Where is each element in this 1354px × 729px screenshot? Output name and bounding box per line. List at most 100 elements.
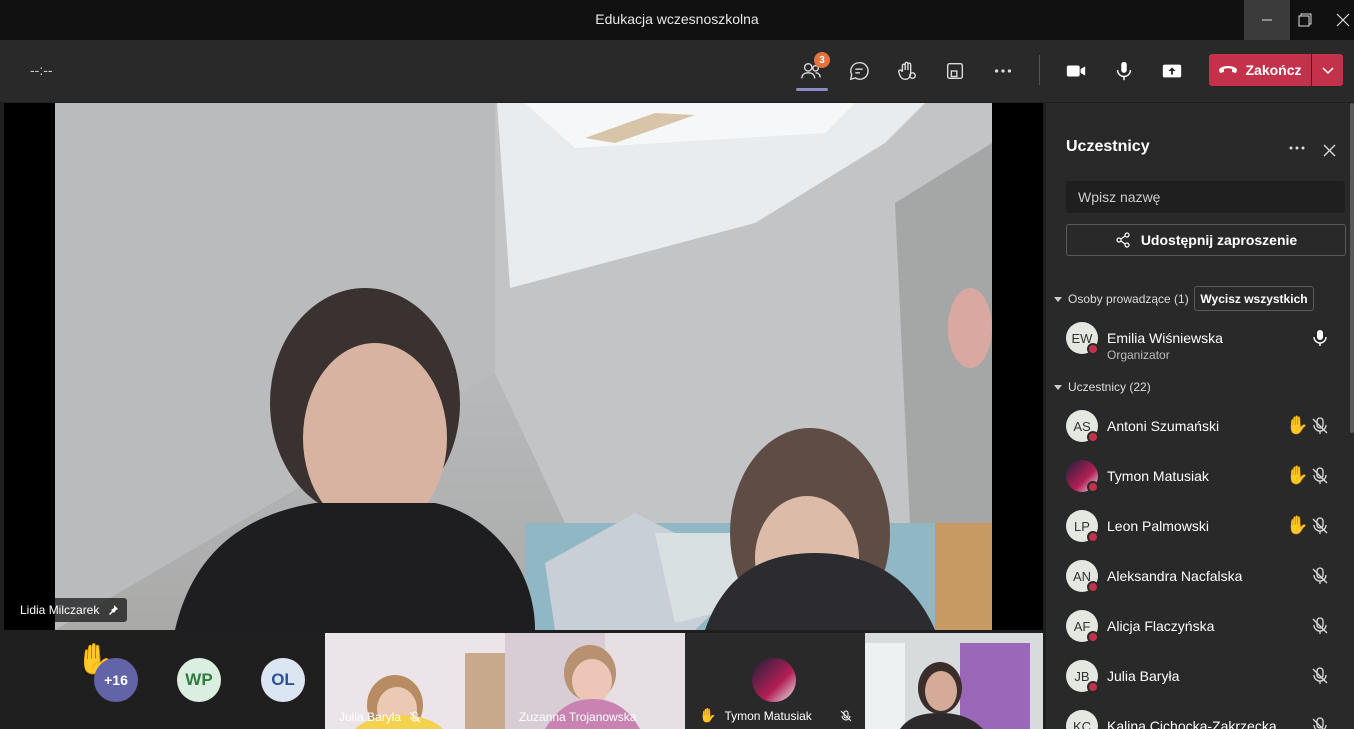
- more-icon: [1289, 146, 1305, 150]
- thumb-name: Julia Baryła: [339, 710, 402, 724]
- participant-name: Emilia Wiśniewska: [1107, 330, 1223, 346]
- title-bar: Edukacja wczesnoszkolna: [0, 0, 1354, 40]
- hang-up-icon: [1219, 66, 1238, 73]
- participant-name: Aleksandra Nacfalska: [1107, 568, 1243, 584]
- overflow-count: +16: [104, 672, 128, 688]
- end-call-button[interactable]: Zakończ: [1209, 54, 1311, 86]
- mic-off-icon: [1312, 667, 1328, 684]
- panel-close-button[interactable]: [1318, 139, 1340, 161]
- microphone-icon: [1116, 61, 1132, 81]
- share-invite-button[interactable]: Udostępnij zaproszenie: [1066, 224, 1346, 256]
- meeting-toolbar: --:--: [0, 40, 1354, 102]
- participant-avatar: KC: [1066, 710, 1098, 729]
- end-call-label: Zakończ: [1245, 62, 1302, 78]
- raised-hand-icon: ✋: [699, 707, 717, 723]
- mic-off-icon: [1312, 567, 1328, 584]
- participant-avatar-ol[interactable]: OL: [261, 658, 305, 702]
- thumb-name: Zuzanna Trojanowska: [519, 710, 637, 724]
- participant-row[interactable]: AS Antoni Szumański ✋: [1066, 410, 1351, 460]
- participant-row[interactable]: AN Aleksandra Nacfalska: [1066, 560, 1351, 610]
- participants-button[interactable]: 3: [794, 52, 830, 88]
- caret-down-icon: [1054, 385, 1062, 390]
- mic-off-icon: [1312, 467, 1328, 484]
- raised-hand-icon: ✋: [1286, 515, 1309, 535]
- main-video-stage: Lidia Milczarek: [4, 103, 1043, 630]
- participant-row[interactable]: JB Julia Baryła: [1066, 660, 1351, 710]
- attendees-header: Uczestnicy (22): [1068, 380, 1151, 394]
- presence-busy-icon: [1087, 481, 1099, 493]
- raised-hand-icon: ✋: [1286, 415, 1309, 435]
- panel-scrollbar[interactable]: [1350, 103, 1354, 433]
- presenters-section-toggle[interactable]: Osoby prowadzące (1): [1054, 292, 1189, 306]
- thumb-label: ✋ Tymon Matusiak: [699, 707, 852, 724]
- minimize-icon: [1262, 19, 1272, 21]
- thumb-video: [865, 633, 1043, 729]
- share-screen-button[interactable]: [1155, 54, 1189, 88]
- participant-row[interactable]: KC Kalina Cichocka-Zakrzecka: [1066, 710, 1351, 729]
- end-call-options-button[interactable]: [1312, 54, 1343, 86]
- video-thumb-zuzanna[interactable]: Zuzanna Trojanowska: [505, 633, 685, 729]
- presence-busy-icon: [1087, 581, 1099, 593]
- close-icon: [1336, 13, 1350, 27]
- participant-role: Organizator: [1107, 348, 1170, 362]
- participant-name: Julia Baryła: [1107, 668, 1180, 684]
- chat-button[interactable]: [842, 54, 876, 88]
- raise-hand-emoji-icon: [898, 61, 916, 80]
- mic-off-icon: [1312, 617, 1328, 634]
- participants-panel: Uczestnicy Udostępnij zaproszenie Osoby …: [1046, 103, 1354, 729]
- participant-name: Tymon Matusiak: [1107, 468, 1209, 484]
- avatar-initials: OL: [271, 670, 295, 689]
- participant-row[interactable]: EW Emilia Wiśniewska Organizator: [1066, 322, 1351, 372]
- presence-busy-icon: [1087, 343, 1099, 355]
- chat-icon: [849, 62, 869, 81]
- panel-more-button[interactable]: [1286, 137, 1308, 159]
- video-thumb-julia[interactable]: Julia Baryła: [325, 633, 505, 729]
- thumb-label: Zuzanna Trojanowska: [519, 710, 636, 724]
- thumb-name: Tymon Matusiak: [724, 708, 812, 723]
- mic-off-icon: [1312, 417, 1328, 434]
- thumb-label: Julia Baryła: [339, 710, 421, 724]
- pinned-participant-label: Lidia Milczarek: [12, 598, 128, 622]
- participant-row[interactable]: AF Alicja Flaczyńska: [1066, 610, 1351, 660]
- breakout-rooms-icon: [946, 62, 964, 80]
- window-title: Edukacja wczesnoszkolna: [595, 11, 759, 27]
- presence-busy-icon: [1087, 631, 1099, 643]
- mic-off-icon: [1312, 517, 1328, 534]
- more-actions-button[interactable]: [986, 54, 1020, 88]
- caret-down-icon: [1054, 297, 1062, 302]
- participant-row[interactable]: Tymon Matusiak ✋: [1066, 460, 1351, 510]
- participant-row[interactable]: LP Leon Palmowski ✋: [1066, 510, 1351, 560]
- participant-name: Alicja Flaczyńska: [1107, 618, 1215, 634]
- close-icon: [1323, 144, 1335, 156]
- presence-busy-icon: [1087, 531, 1099, 543]
- participant-name: Leon Palmowski: [1107, 518, 1209, 534]
- camera-icon: [1066, 65, 1086, 77]
- tymon-avatar: [752, 658, 796, 702]
- reactions-button[interactable]: [890, 54, 924, 88]
- participant-name: Antoni Szumański: [1107, 418, 1220, 434]
- presence-busy-icon: [1087, 681, 1099, 693]
- microphone-button[interactable]: [1107, 54, 1141, 88]
- participant-avatar-wp[interactable]: WP: [177, 658, 221, 702]
- mic-off-icon: [1312, 717, 1327, 729]
- video-scene: [55, 103, 992, 630]
- presenters-header: Osoby prowadzące (1): [1068, 292, 1189, 306]
- share-tray-icon: [1162, 64, 1182, 78]
- microphone-icon: [1313, 330, 1327, 346]
- overflow-participants-button[interactable]: +16: [94, 658, 138, 702]
- avatar-initials: WP: [185, 670, 213, 689]
- mute-all-button[interactable]: Wycisz wszystkich: [1194, 286, 1314, 311]
- chevron-down-icon: [1321, 67, 1334, 75]
- participant-search-input[interactable]: [1066, 181, 1345, 213]
- pin-icon: [109, 605, 119, 615]
- close-window-button[interactable]: [1320, 0, 1354, 40]
- presence-busy-icon: [1087, 431, 1099, 443]
- rooms-button[interactable]: [938, 54, 972, 88]
- pinned-video-feed: [55, 103, 992, 630]
- mic-off-icon: [840, 710, 852, 721]
- attendees-section-toggle[interactable]: Uczestnicy (22): [1054, 380, 1151, 394]
- camera-button[interactable]: [1059, 54, 1093, 88]
- video-thumb-tymon[interactable]: ✋ Tymon Matusiak: [685, 633, 865, 729]
- share-invite-label: Udostępnij zaproszenie: [1140, 232, 1298, 248]
- video-thumb-extra[interactable]: [865, 633, 1043, 729]
